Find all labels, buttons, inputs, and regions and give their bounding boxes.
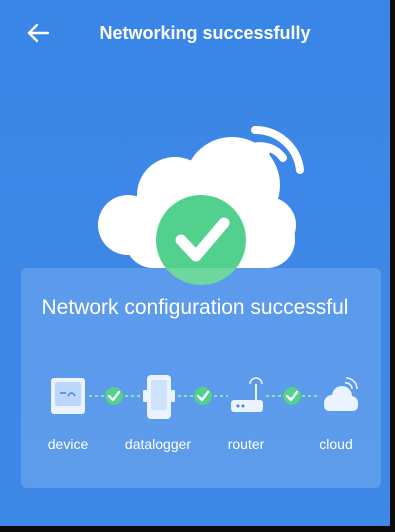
screen-edge-right: [390, 0, 395, 532]
status-message: Network configuration successful: [41, 296, 349, 319]
cloud-success-icon: [98, 125, 304, 285]
check-icon: [283, 387, 301, 405]
networking-success-screen: Networking successfully Network configur…: [0, 0, 390, 532]
network-flow: [51, 375, 358, 419]
flow-label-datalogger: datalogger: [124, 436, 192, 452]
header: Networking successfully: [0, 0, 390, 68]
router-icon: [231, 377, 263, 412]
flow-label-router: router: [227, 436, 265, 452]
check-icon: [105, 387, 123, 405]
flow-label-cloud: cloud: [319, 436, 353, 452]
flow-label-device: device: [47, 436, 89, 452]
screen-edge-bottom: [0, 526, 395, 532]
device-icon: [51, 378, 85, 414]
page-title: Networking successfully: [99, 23, 311, 43]
check-icon: [194, 387, 212, 405]
datalogger-icon: [143, 375, 175, 419]
cloud-icon: [324, 377, 358, 411]
